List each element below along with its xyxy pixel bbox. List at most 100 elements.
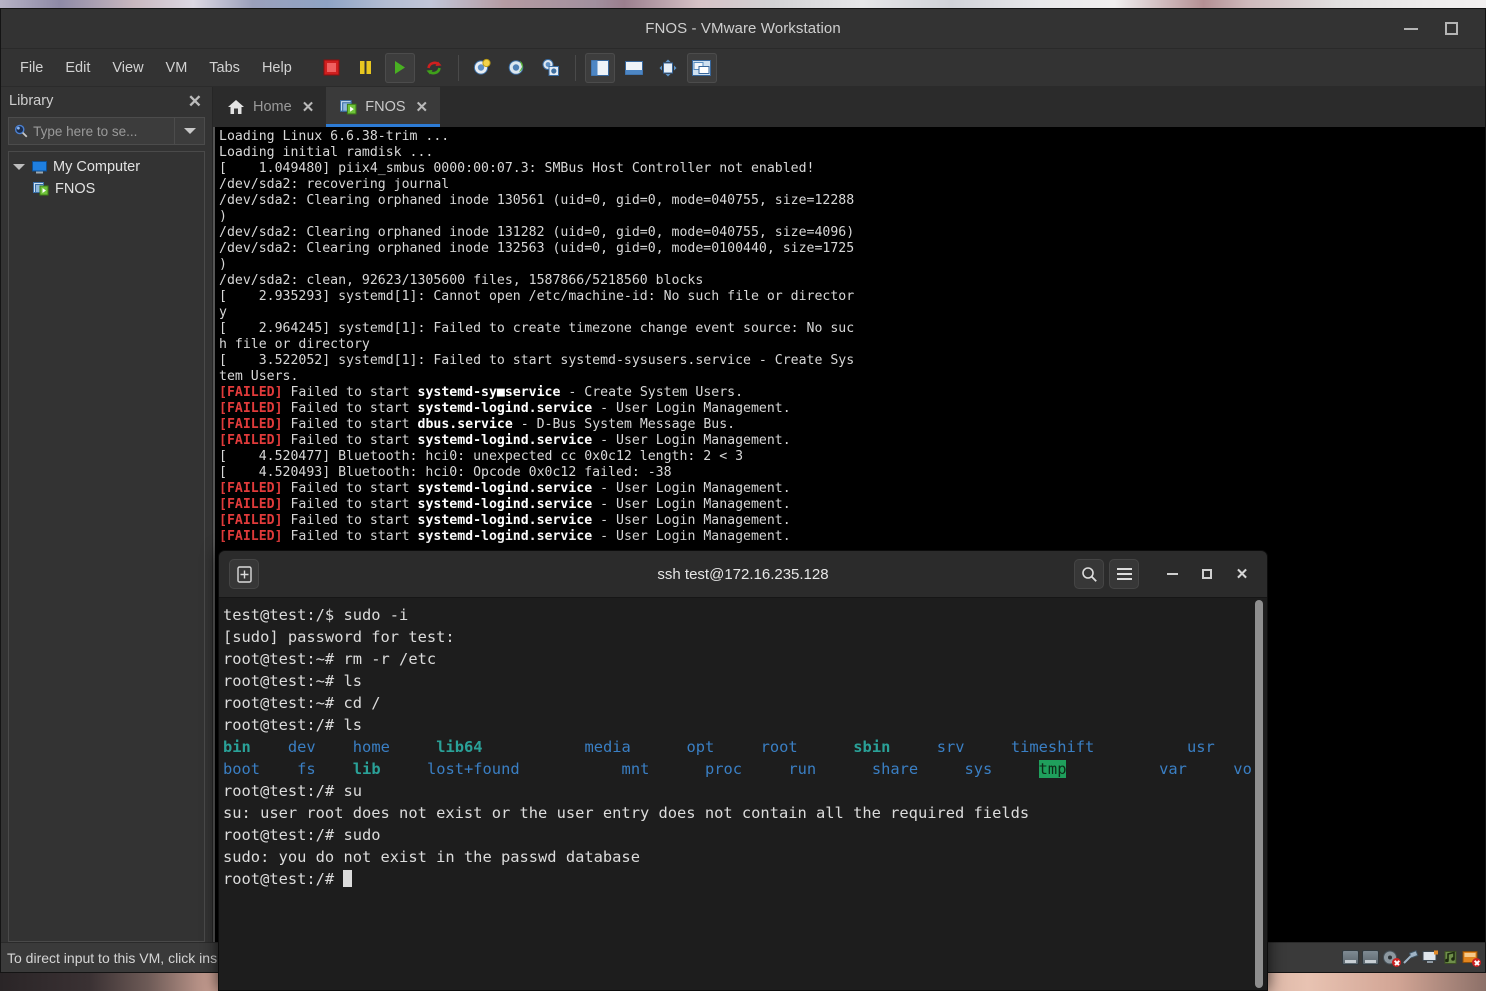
ssh-titlebar: ssh test@172.16.235.128 ✕ xyxy=(219,551,1267,598)
service-name: systemd-logind.service xyxy=(417,401,593,416)
search-button[interactable] xyxy=(1074,559,1104,589)
ls-entry: sys xyxy=(964,760,993,778)
library-search-box xyxy=(8,117,205,145)
maximize-button[interactable] xyxy=(1431,14,1471,44)
menu-tabs[interactable]: Tabs xyxy=(198,55,251,81)
revert-snapshot-icon xyxy=(508,60,524,75)
menu-view[interactable]: View xyxy=(101,55,154,81)
suspend-button[interactable] xyxy=(351,53,381,83)
console-line: [FAILED] Failed to start systemd-logind.… xyxy=(219,401,791,416)
library-header: Library ✕ xyxy=(1,87,212,115)
failed-tag: [FAILED] xyxy=(219,513,283,528)
terminal-line: root@test:~# rm -r /etc xyxy=(223,650,437,668)
restart-button[interactable] xyxy=(419,53,449,83)
tab-label: Home xyxy=(253,99,292,115)
snapshot-manager-button[interactable] xyxy=(536,53,566,83)
ls-entry: lib64 xyxy=(436,738,483,756)
console-line: [FAILED] Failed to start systemd-logind.… xyxy=(219,529,791,544)
new-tab-button[interactable] xyxy=(229,559,259,589)
status-hard-disk-2-icon[interactable] xyxy=(1362,950,1379,965)
thumbnail-bar-icon xyxy=(624,60,643,75)
show-library-button[interactable] xyxy=(584,52,615,83)
close-library-icon[interactable]: ✕ xyxy=(184,93,206,110)
console-line: Loading initial ramdisk ... xyxy=(219,145,434,160)
status-usb-icon[interactable] xyxy=(1462,950,1481,967)
unity-mode-button[interactable] xyxy=(686,52,717,83)
failed-tag: [FAILED] xyxy=(219,529,283,544)
ssh-scrollbar-thumb[interactable] xyxy=(1255,600,1263,988)
terminal-line: root@test:/# sudo xyxy=(223,826,381,844)
status-sound-icon[interactable] xyxy=(1442,950,1459,965)
console-line: h file or directory xyxy=(219,337,370,352)
search-icon xyxy=(14,124,28,138)
ls-entry: srv xyxy=(936,738,965,756)
console-line: [ 4.520493] Bluetooth: hci0: Opcode 0x0c… xyxy=(219,465,672,480)
menu-help[interactable]: Help xyxy=(251,55,303,81)
console-line: /dev/sda2: Clearing orphaned inode 13256… xyxy=(219,241,855,256)
menu-file[interactable]: File xyxy=(9,55,54,81)
console-line: [ 2.964245] systemd[1]: Failed to create… xyxy=(219,321,855,336)
restart-icon xyxy=(426,61,442,74)
tree-item-fnos[interactable]: FNOS xyxy=(9,178,204,200)
snapshot-button[interactable] xyxy=(468,53,498,83)
minimize-button[interactable] xyxy=(1391,14,1431,44)
ssh-maximize-button[interactable] xyxy=(1192,559,1222,589)
ls-entry: boot xyxy=(223,760,261,778)
ssh-terminal-body[interactable]: test@test:/$ sudo -i [sudo] password for … xyxy=(219,598,1267,990)
ls-entry: bin xyxy=(223,738,251,756)
console-line: [ 3.522052] systemd[1]: Failed to start … xyxy=(219,353,855,368)
revert-snapshot-button[interactable] xyxy=(502,53,532,83)
tab-fnos[interactable]: FNOS ✕ xyxy=(326,87,441,127)
show-thumbnails-button[interactable] xyxy=(619,53,649,83)
status-display-icon[interactable] xyxy=(1422,950,1439,965)
menu-edit[interactable]: Edit xyxy=(54,55,101,81)
ls-entry: mnt xyxy=(621,760,650,778)
console-line: [FAILED] Failed to start systemd-logind.… xyxy=(219,513,791,528)
service-name: systemd-logind.service xyxy=(417,529,593,544)
power-off-button[interactable] xyxy=(317,53,347,83)
close-tab-icon[interactable]: ✕ xyxy=(302,98,315,116)
service-name: systemd-sy■service xyxy=(417,385,561,400)
service-name: systemd-logind.service xyxy=(417,481,593,496)
ssh-minimize-button[interactable] xyxy=(1157,559,1187,589)
ls-entry: share xyxy=(871,760,919,778)
menu-button[interactable] xyxy=(1109,559,1139,589)
status-hard-disk-1-icon[interactable] xyxy=(1342,950,1359,965)
power-on-button[interactable] xyxy=(384,52,415,83)
menu-vm[interactable]: VM xyxy=(155,55,199,81)
ls-entry: opt xyxy=(686,738,715,756)
tree-item-label: FNOS xyxy=(55,181,96,197)
tab-label: FNOS xyxy=(365,99,406,115)
terminal-line: [sudo] password for test: xyxy=(223,628,455,646)
ls-entry: fs xyxy=(297,760,316,778)
ssh-terminal-output: test@test:/$ sudo -i [sudo] password for … xyxy=(219,598,1251,990)
snapshot-manager-icon xyxy=(542,59,560,76)
ls-entry: timeshift xyxy=(1010,738,1095,756)
ssh-scrollbar[interactable] xyxy=(1251,598,1267,990)
tab-home[interactable]: Home ✕ xyxy=(213,87,327,127)
status-cd-dvd-icon[interactable] xyxy=(1382,950,1401,967)
console-line: /dev/sda2: Clearing orphaned inode 13056… xyxy=(219,193,855,208)
terminal-line: bin dev home lib64 media opt root sbin s… xyxy=(223,736,1251,758)
failed-tag: [FAILED] xyxy=(219,417,283,432)
status-network-icon[interactable] xyxy=(1402,950,1419,965)
maximize-icon xyxy=(1202,569,1212,579)
fullscreen-button[interactable] xyxy=(653,53,683,83)
tree-item-my-computer[interactable]: My Computer xyxy=(9,156,204,178)
service-name: systemd-logind.service xyxy=(417,433,593,448)
chevron-down-icon[interactable] xyxy=(13,164,25,170)
sidebar-panel-icon xyxy=(590,59,609,76)
search-icon xyxy=(1081,566,1097,582)
service-name: systemd-logind.service xyxy=(417,497,593,512)
terminal-line: root@test:/# ls xyxy=(223,716,362,734)
ssh-close-button[interactable]: ✕ xyxy=(1227,559,1257,589)
play-icon xyxy=(395,61,406,74)
failed-tag: [FAILED] xyxy=(219,385,283,400)
console-line: y xyxy=(219,305,227,320)
close-tab-icon[interactable]: ✕ xyxy=(416,98,429,116)
tree-item-label: My Computer xyxy=(53,159,141,175)
library-search-dropdown-button[interactable] xyxy=(174,118,204,144)
library-search-input[interactable] xyxy=(33,123,174,139)
toolbar-separator-1 xyxy=(457,54,459,81)
fullscreen-icon xyxy=(659,59,677,76)
